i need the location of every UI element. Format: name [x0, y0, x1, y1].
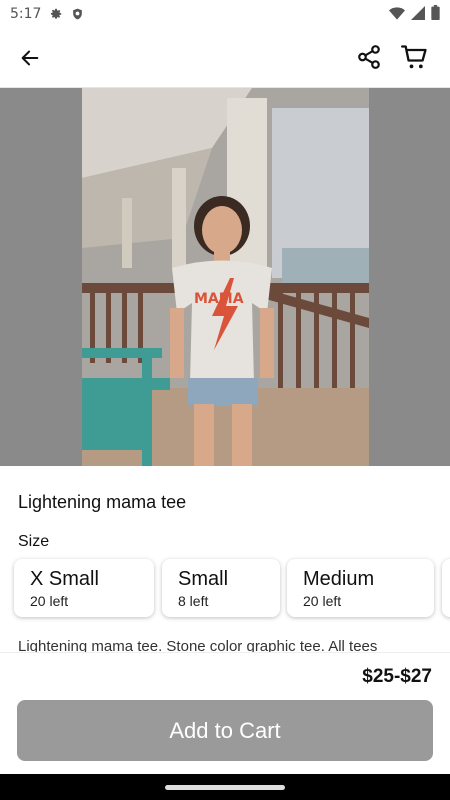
stock-left: 8 left	[178, 593, 209, 609]
product-photo[interactable]: MAMA	[82, 88, 369, 466]
share-icon[interactable]	[352, 40, 386, 74]
size-name: Small	[178, 568, 229, 590]
app-bar	[0, 28, 450, 88]
status-time: 5:17	[10, 6, 42, 22]
size-name: X Small	[30, 568, 99, 590]
size-label: Size	[18, 533, 50, 550]
system-nav-bar	[0, 774, 450, 800]
signal-icon	[411, 5, 425, 23]
size-option-small[interactable]: Small 8 left	[162, 559, 280, 617]
wifi-icon	[389, 6, 405, 23]
home-gesture-handle[interactable]	[165, 785, 285, 790]
product-details-sheet: Lightening mama tee Size X Small 20 left…	[0, 466, 450, 652]
status-bar: 5:17	[0, 0, 450, 28]
purchase-footer: $25-$27 Add to Cart	[0, 652, 450, 774]
size-name: Medium	[303, 568, 375, 590]
size-option-xsmall[interactable]: X Small 20 left	[14, 559, 154, 617]
price-range: $25-$27	[362, 666, 432, 687]
battery-icon	[431, 5, 440, 23]
size-option-medium[interactable]: Medium 20 left	[287, 559, 434, 617]
size-option-partial[interactable]	[442, 559, 450, 617]
stock-left: 20 left	[30, 593, 69, 609]
stock-left: 20 left	[303, 593, 342, 609]
shirt-print-text: MAMA	[194, 291, 244, 307]
back-arrow-icon[interactable]	[14, 42, 46, 74]
size-options: X Small 20 left Small 8 left Medium 20 l…	[14, 559, 450, 619]
product-title: Lightening mama tee	[18, 492, 187, 512]
product-description: Lightening mama tee. Stone color graphic…	[18, 638, 378, 652]
cart-icon[interactable]	[398, 40, 432, 74]
gear-icon	[49, 7, 63, 21]
shield-icon	[71, 7, 84, 21]
add-to-cart-button[interactable]: Add to Cart	[17, 700, 433, 761]
product-image-area[interactable]: MAMA	[0, 88, 450, 466]
